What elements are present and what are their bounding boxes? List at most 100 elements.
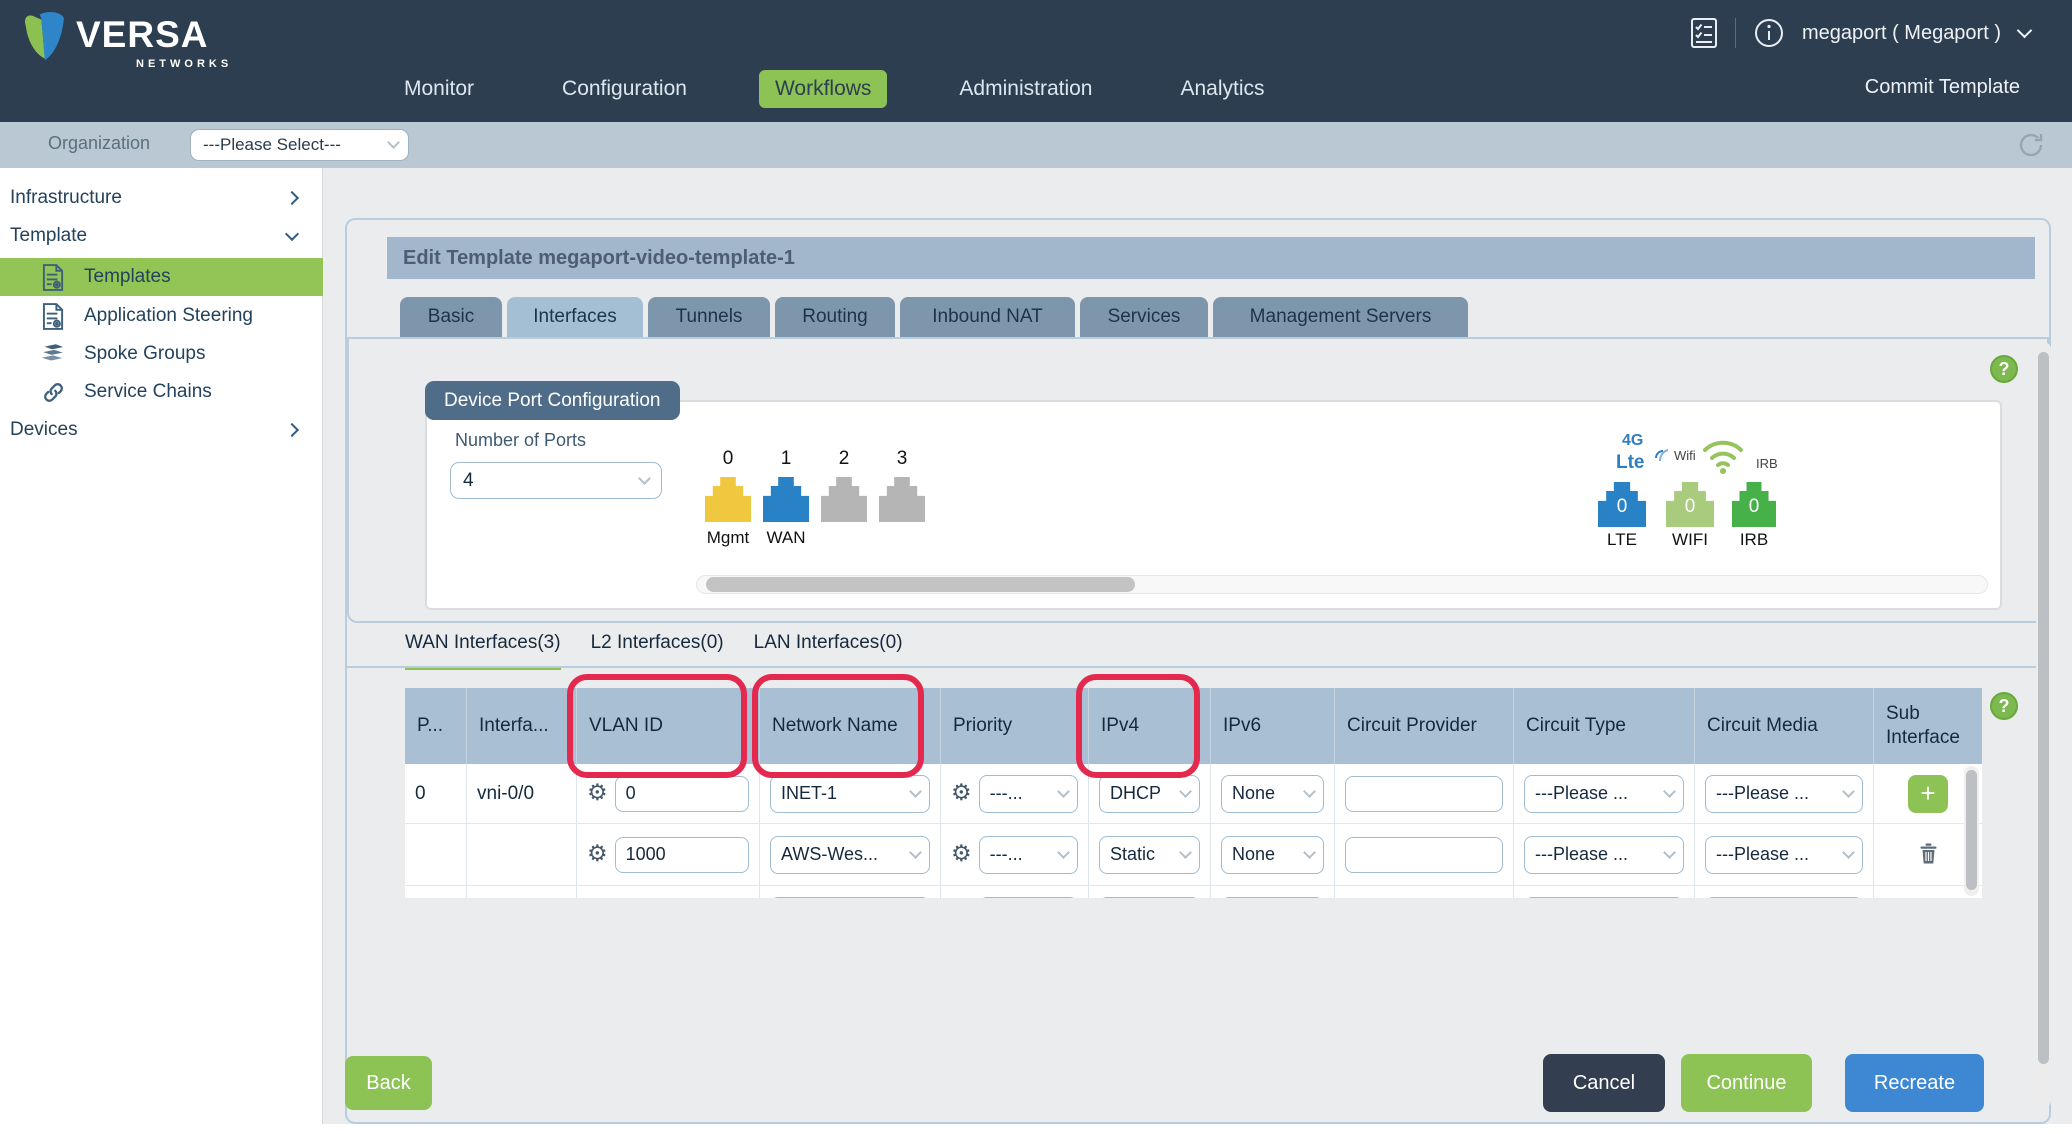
- cell-priority: ⚙ ---...: [941, 824, 1089, 885]
- back-button[interactable]: Back: [345, 1056, 432, 1110]
- priority-select[interactable]: ---...: [979, 897, 1078, 899]
- network-name-select[interactable]: AWS-Wes...: [770, 836, 930, 874]
- cell-circuit-provider: [1335, 886, 1514, 898]
- nav-configuration[interactable]: Configuration: [546, 70, 703, 108]
- ports-scrollbar-thumb[interactable]: [706, 577, 1135, 592]
- document-gear-icon: [40, 263, 66, 291]
- chevron-down-icon: [285, 227, 299, 241]
- tab-tunnels[interactable]: Tunnels: [648, 297, 770, 337]
- cell-circuit-media: ---Please ...: [1695, 764, 1874, 823]
- sidebar-item-label: Devices: [10, 419, 287, 441]
- sidebar-item-label: Infrastructure: [10, 187, 287, 209]
- recreate-button[interactable]: Recreate: [1845, 1054, 1984, 1112]
- ipv6-select[interactable]: None: [1221, 836, 1324, 874]
- organization-select[interactable]: ---Please Select---: [190, 129, 409, 161]
- port-number: 3: [879, 448, 925, 470]
- tab-inbound-nat[interactable]: Inbound NAT: [900, 297, 1075, 337]
- sidebar-item-template[interactable]: Template: [0, 218, 323, 254]
- ipv4-select[interactable]: Static: [1099, 836, 1200, 874]
- user-menu[interactable]: megaport ( Megaport ): [1802, 22, 2001, 45]
- bottom-strip: [0, 1124, 2072, 1134]
- sidebar-item-infrastructure[interactable]: Infrastructure: [0, 180, 323, 216]
- ipv6-select[interactable]: None: [1221, 775, 1324, 813]
- chevron-down-icon[interactable]: [2017, 22, 2033, 38]
- badge-irb: IRB: [1756, 456, 1778, 471]
- priority-select[interactable]: ---...: [979, 836, 1078, 874]
- ipv6-select[interactable]: None...: [1221, 897, 1324, 899]
- nav-administration[interactable]: Administration: [943, 70, 1108, 108]
- network-name-select[interactable]: ---Please...: [770, 897, 930, 899]
- tab-l2-interfaces[interactable]: L2 Interfaces(0): [591, 632, 724, 670]
- tab-interfaces[interactable]: Interfaces: [507, 297, 643, 337]
- cell-circuit-type: ---Please ...: [1514, 764, 1695, 823]
- chevron-down-icon: [1303, 785, 1316, 798]
- nav-workflows[interactable]: Workflows: [759, 70, 887, 108]
- cell-ipv6: None: [1211, 824, 1335, 885]
- tasklist-icon[interactable]: [1691, 18, 1717, 48]
- port-label-wifi: WIFI: [1662, 530, 1718, 550]
- col-vlan-id: VLAN ID: [577, 688, 760, 764]
- tab-basic[interactable]: Basic: [400, 297, 502, 337]
- ipv4-select[interactable]: DHCP: [1099, 775, 1200, 813]
- stacked-books-icon: [40, 340, 66, 368]
- number-of-ports-select[interactable]: 4: [450, 462, 662, 499]
- tab-wan-interfaces[interactable]: WAN Interfaces(3): [405, 632, 561, 670]
- circuit-provider-input[interactable]: [1345, 776, 1503, 812]
- circuit-media-select[interactable]: ---Please ...: [1705, 836, 1863, 874]
- sidebar-item-devices[interactable]: Devices: [0, 412, 323, 448]
- network-name-select[interactable]: INET-1: [770, 775, 930, 813]
- link-icon: [40, 378, 66, 406]
- cell-circuit-media: ---Please ...: [1695, 886, 1874, 898]
- circuit-media-select[interactable]: ---Please ...: [1705, 897, 1863, 899]
- table-scrollbar-thumb[interactable]: [1966, 770, 1977, 890]
- sidebar-item-spoke-groups[interactable]: Spoke Groups: [0, 335, 323, 373]
- panel-scrollbar-thumb[interactable]: [2038, 352, 2049, 1064]
- continue-button[interactable]: Continue: [1681, 1054, 1812, 1112]
- chevron-down-icon: [1842, 785, 1855, 798]
- sidebar-item-service-chains[interactable]: Service Chains: [0, 373, 323, 411]
- gear-icon[interactable]: ⚙: [587, 843, 608, 866]
- port-label-irb: IRB: [1730, 530, 1778, 550]
- col-circuit-provider: Circuit Provider: [1335, 688, 1514, 764]
- sidebar-item-templates[interactable]: Templates: [0, 258, 323, 296]
- tab-routing[interactable]: Routing: [775, 297, 895, 337]
- ipv4-select[interactable]: DHCP...: [1099, 897, 1200, 899]
- help-icon[interactable]: ?: [1990, 355, 2018, 383]
- vlan-id-input[interactable]: [615, 837, 749, 873]
- help-icon[interactable]: ?: [1990, 692, 2018, 720]
- vlan-id-input[interactable]: [615, 898, 749, 899]
- cancel-button[interactable]: Cancel: [1543, 1054, 1665, 1112]
- circuit-media-select[interactable]: ---Please ...: [1705, 775, 1863, 813]
- nav-analytics[interactable]: Analytics: [1164, 70, 1280, 108]
- tab-services[interactable]: Services: [1080, 297, 1208, 337]
- port-number: 1: [763, 448, 809, 470]
- circuit-provider-input[interactable]: [1345, 837, 1503, 873]
- port-label-wan: WAN: [763, 528, 809, 548]
- cell-circuit-provider: [1335, 824, 1514, 885]
- cell-vlan-id: ⚙: [577, 886, 760, 898]
- chevron-down-icon: [1663, 846, 1676, 859]
- vlan-id-input[interactable]: [615, 776, 749, 812]
- sidebar-item-application-steering[interactable]: Application Steering: [0, 297, 323, 335]
- sidebar: Infrastructure Template Templates: [0, 168, 323, 1134]
- col-circuit-type: Circuit Type: [1514, 688, 1695, 764]
- delete-subinterface-button[interactable]: [1920, 843, 1937, 867]
- gear-icon[interactable]: ⚙: [587, 782, 608, 805]
- circuit-type-select[interactable]: ---Please ...: [1524, 836, 1684, 874]
- priority-select[interactable]: ---...: [979, 775, 1078, 813]
- refresh-icon[interactable]: [2016, 130, 2046, 160]
- circuit-type-select[interactable]: ---Please ...: [1524, 775, 1684, 813]
- tab-management-servers[interactable]: Management Servers: [1213, 297, 1468, 337]
- cell-network-name: AWS-Wes...: [760, 824, 941, 885]
- info-icon[interactable]: [1754, 18, 1784, 48]
- commit-template-link[interactable]: Commit Template: [1865, 76, 2020, 99]
- cell-vlan-id: ⚙: [577, 764, 760, 823]
- nav-monitor[interactable]: Monitor: [388, 70, 490, 108]
- add-subinterface-button[interactable]: +: [1908, 775, 1948, 813]
- gear-icon[interactable]: ⚙: [951, 782, 972, 805]
- tab-lan-interfaces[interactable]: LAN Interfaces(0): [754, 632, 903, 670]
- circuit-type-select[interactable]: ---Please ...: [1524, 897, 1684, 899]
- gear-icon[interactable]: ⚙: [951, 843, 972, 866]
- chevron-down-icon: [387, 136, 400, 149]
- circuit-provider-input[interactable]: [1345, 898, 1503, 899]
